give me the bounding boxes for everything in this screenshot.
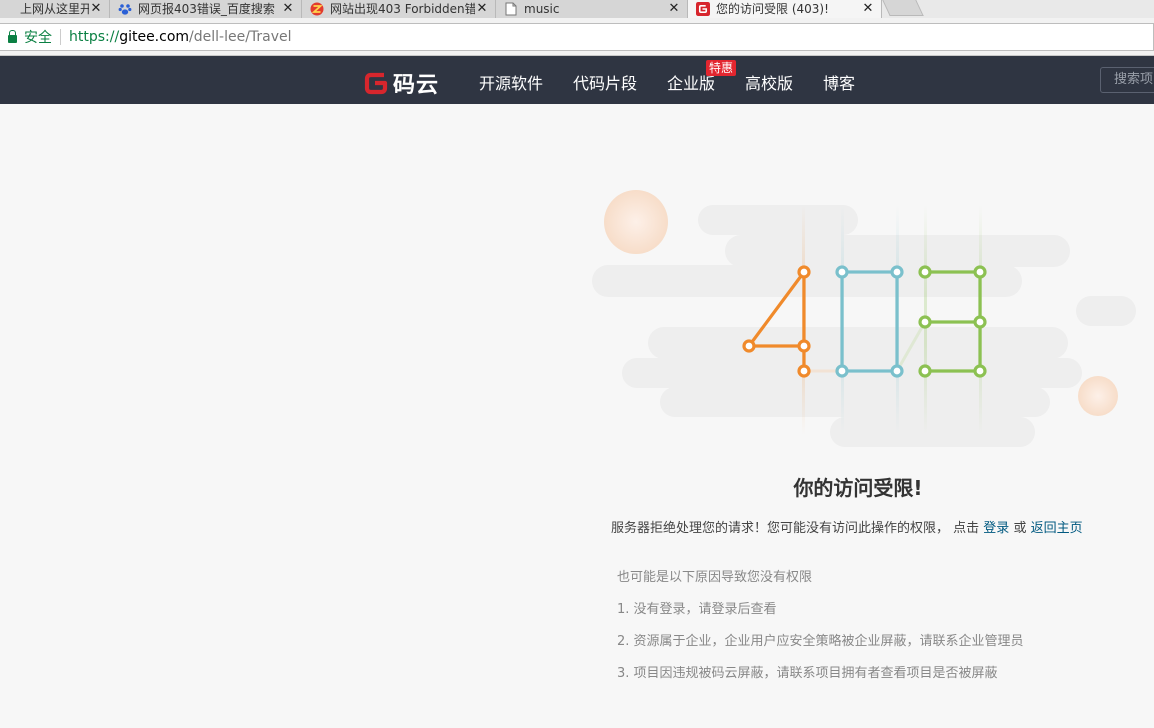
promo-badge: 特惠 bbox=[706, 60, 737, 76]
login-link[interactable]: 登录 bbox=[983, 521, 1009, 536]
browser-tab[interactable]: 网站出现403 Forbidden错误 ✕ bbox=[302, 0, 496, 18]
decor-bubble bbox=[1078, 376, 1118, 416]
home-link[interactable]: 返回主页 bbox=[1031, 521, 1083, 536]
address-bar: 安全 https://gitee.com/dell-lee/Travel bbox=[0, 18, 1154, 56]
close-tab-icon[interactable]: ✕ bbox=[667, 2, 681, 16]
url-path: /dell-lee/Travel bbox=[189, 29, 292, 45]
page-icon bbox=[0, 2, 14, 16]
gitee-g-icon bbox=[364, 72, 388, 95]
or-text: 或 bbox=[1013, 521, 1027, 536]
tab-title: music bbox=[524, 2, 560, 16]
error-description-text: 服务器拒绝处理您的请求！您可能没有访问此操作的权限， 点击 bbox=[611, 521, 980, 536]
url-input[interactable]: 安全 https://gitee.com/dell-lee/Travel bbox=[0, 23, 1154, 51]
nav-code-snippets[interactable]: 代码片段 bbox=[573, 70, 637, 94]
url-host: gitee.com bbox=[119, 29, 190, 45]
error-description: 服务器拒绝处理您的请求！您可能没有访问此操作的权限， 点击 登录 或 返回主页 bbox=[611, 517, 1083, 536]
gitee-g-icon bbox=[696, 2, 710, 16]
lock-icon bbox=[8, 29, 17, 43]
site-navbar: 码云 开源软件 代码片段 企业版 特惠 高校版 博客 搜索项目 bbox=[0, 56, 1154, 104]
error-title: 你的访问受限! bbox=[793, 476, 923, 500]
baidu-paw-icon bbox=[118, 2, 132, 16]
nav-blog[interactable]: 博客 bbox=[823, 70, 855, 94]
tab-title: 您的访问受限 (403)! bbox=[716, 2, 829, 16]
security-indicator[interactable]: 安全 bbox=[8, 27, 52, 47]
document-icon bbox=[504, 2, 518, 16]
reason-item: 3. 项目因违规被码云屏蔽，请联系项目拥有者查看项目是否被屏蔽 bbox=[617, 666, 998, 681]
nav-education[interactable]: 高校版 bbox=[745, 70, 793, 94]
browser-tab[interactable]: 上网从这里开始 ✕ bbox=[0, 0, 110, 18]
tab-title: 上网从这里开始 bbox=[20, 2, 89, 16]
cloud-background bbox=[592, 205, 1136, 447]
nav-open-source[interactable]: 开源软件 bbox=[479, 70, 543, 94]
browser-tab[interactable]: music ✕ bbox=[496, 0, 688, 18]
security-label: 安全 bbox=[24, 30, 52, 46]
tab-title: 网页报403错误_百度搜索 bbox=[138, 2, 275, 16]
reasons-title: 也可能是以下原因导致您没有权限 bbox=[617, 570, 813, 585]
decor-bubble bbox=[604, 190, 668, 254]
reason-item: 2. 资源属于企业，企业用户应安全策略被企业屏蔽，请联系企业管理员 bbox=[617, 634, 1024, 649]
browser-tab-strip: 上网从这里开始 ✕ 网页报403错误_百度搜索 ✕ 网站出现403 Forbid… bbox=[0, 0, 1154, 18]
close-tab-icon[interactable]: ✕ bbox=[89, 2, 103, 16]
browser-tab-active[interactable]: 您的访问受限 (403)! ✕ bbox=[688, 0, 882, 18]
search-input[interactable]: 搜索项目 bbox=[1100, 67, 1154, 93]
site-logo[interactable]: 码云 bbox=[363, 67, 439, 99]
close-tab-icon[interactable]: ✕ bbox=[281, 2, 295, 16]
browser-tab[interactable]: 网页报403错误_百度搜索 ✕ bbox=[110, 0, 302, 18]
divider bbox=[60, 29, 61, 45]
close-tab-icon[interactable]: ✕ bbox=[861, 2, 875, 16]
new-tab-button[interactable] bbox=[882, 0, 924, 16]
reason-item: 1. 没有登录，请登录后查看 bbox=[617, 602, 777, 617]
tab-title: 网站出现403 Forbidden错误 bbox=[330, 2, 475, 16]
close-tab-icon[interactable]: ✕ bbox=[475, 2, 489, 16]
url-scheme: https:// bbox=[69, 29, 120, 45]
logo-text: 码云 bbox=[393, 73, 440, 98]
error-403-illustration bbox=[592, 190, 1136, 447]
site-logo-icon bbox=[310, 2, 324, 16]
